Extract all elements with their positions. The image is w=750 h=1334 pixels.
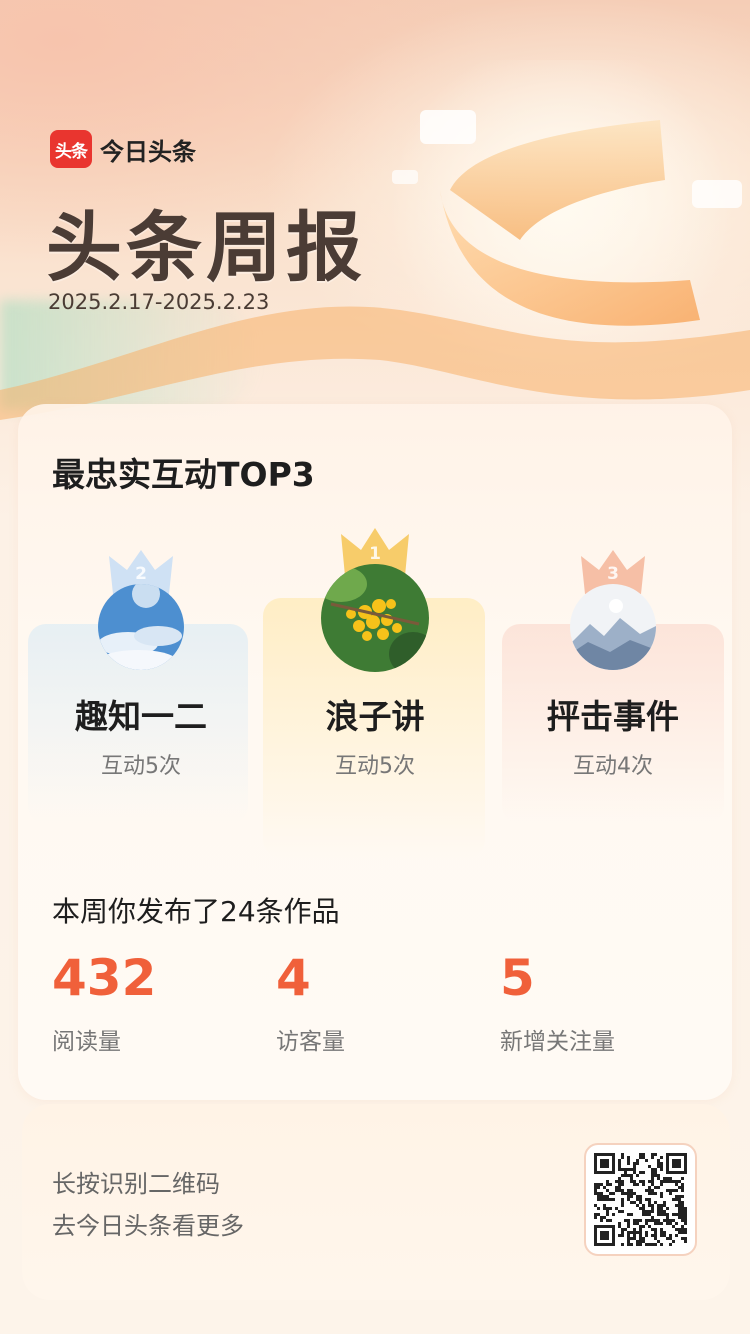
qr-code-icon xyxy=(594,1153,687,1246)
publish-summary: 本周你发布了24条作品 xyxy=(52,895,340,928)
stat-label: 阅读量 xyxy=(52,1028,121,1055)
top-user-2[interactable]: 2 趣知一二 互动5次 xyxy=(26,548,256,788)
interaction-count: 互动4次 xyxy=(573,754,653,779)
top-user-1[interactable]: 1 浪子讲 互动5次 xyxy=(260,526,490,786)
qr-code[interactable] xyxy=(584,1143,697,1256)
stat-value: 5 xyxy=(500,949,535,1007)
rank-number: 2 xyxy=(135,564,147,584)
footer-hint: 长按识别二维码 xyxy=(52,1170,220,1198)
app-brand: 头条 今日头条 xyxy=(50,130,196,168)
stat-label: 访客量 xyxy=(276,1028,345,1055)
top-user-3[interactable]: 3 抨击事件 互动4次 xyxy=(498,548,728,788)
stat-value: 432 xyxy=(52,949,157,1007)
date-range: 2025.2.17-2025.2.23 xyxy=(48,290,270,314)
stat-reads: 432 阅读量 xyxy=(52,949,157,1056)
stat-visitors: 4 访客量 xyxy=(276,949,345,1056)
avatar[interactable] xyxy=(321,564,429,672)
footer-cta: 去今日头条看更多 xyxy=(52,1212,244,1240)
yellow-flowers-avatar xyxy=(321,564,429,672)
sky-clouds-avatar xyxy=(98,584,184,670)
misty-mountains-avatar xyxy=(570,584,656,670)
user-name: 抨击事件 xyxy=(547,697,679,736)
user-name: 趣知一二 xyxy=(75,697,207,736)
interaction-count: 互动5次 xyxy=(101,754,181,779)
rank-number: 3 xyxy=(607,564,619,584)
avatar[interactable] xyxy=(570,584,656,670)
stat-value: 4 xyxy=(276,949,311,1007)
interaction-count: 互动5次 xyxy=(335,754,415,779)
top-interaction-title: 最忠实互动TOP3 xyxy=(52,455,315,494)
rank-number: 1 xyxy=(369,544,381,564)
stat-label: 新增关注量 xyxy=(500,1028,615,1055)
app-name: 今日头条 xyxy=(100,137,196,166)
user-name: 浪子讲 xyxy=(325,697,425,736)
stat-new-followers: 5 新增关注量 xyxy=(500,949,615,1056)
avatar[interactable] xyxy=(98,584,184,670)
page-title: 头条周报 xyxy=(46,203,366,292)
app-logo: 头条 xyxy=(50,130,92,168)
